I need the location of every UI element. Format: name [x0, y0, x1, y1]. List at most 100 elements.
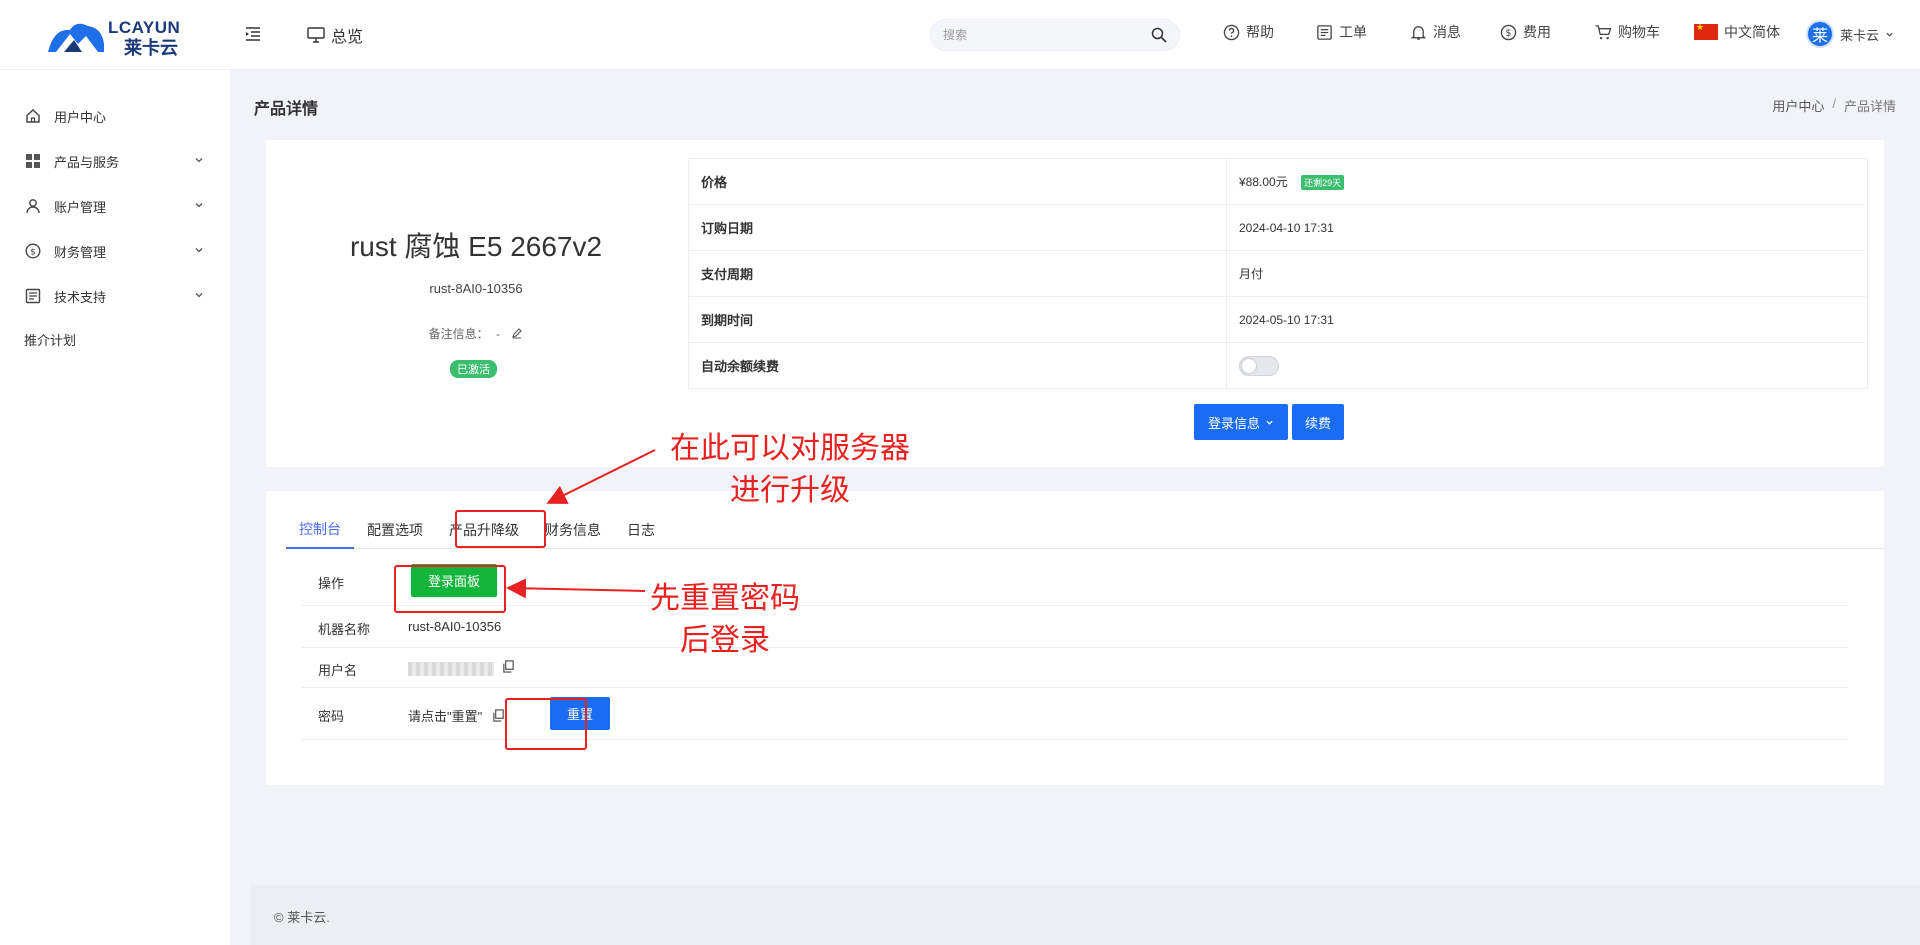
grid-icon — [24, 152, 42, 170]
footer: © 莱卡云. — [250, 885, 1920, 945]
top-header: LCAYUN 莱卡云 总览 帮助 工单 消息 $ 费用 购物车 中文简体 莱 莱… — [0, 0, 1920, 70]
operation-label: 操作 — [318, 576, 345, 591]
product-id: rust-8AI0-10356 — [429, 281, 523, 296]
search-icon[interactable] — [1151, 27, 1167, 43]
sidebar-item-label: 推介计划 — [24, 332, 77, 348]
cost-link[interactable]: $ 费用 — [1500, 22, 1551, 42]
order-date-value: 2024-04-10 17:31 — [1226, 204, 1868, 251]
language-selector[interactable]: 中文简体 — [1694, 22, 1780, 42]
remark-value: - — [496, 327, 500, 341]
monitor-icon — [307, 27, 325, 43]
expire-value: 2024-05-10 17:31 — [1226, 296, 1868, 343]
breadcrumb: 用户中心 / 产品详情 — [1772, 96, 1896, 115]
cart-icon — [1595, 24, 1612, 39]
table-row: 支付周期 月付 — [688, 250, 1868, 297]
annotation-text-reset: 先重置密码 后登录 — [640, 578, 810, 662]
sidebar-item-user-center[interactable]: 用户中心 — [24, 104, 204, 128]
user-name: 莱卡云 — [1840, 27, 1880, 43]
payment-cycle-value: 月付 — [1226, 250, 1868, 297]
auto-renew-toggle[interactable] — [1239, 355, 1279, 376]
dollar-icon: $ — [24, 242, 42, 260]
ticket-icon — [1317, 24, 1332, 40]
cart-link[interactable]: 购物车 — [1594, 22, 1660, 42]
home-icon — [24, 107, 42, 125]
page-title: 产品详情 — [254, 101, 319, 118]
help-label: 帮助 — [1246, 24, 1274, 40]
menu-collapse-icon[interactable] — [244, 25, 262, 43]
renew-button[interactable]: 续费 — [1292, 404, 1344, 440]
annotation-box-reset — [505, 698, 587, 750]
avatar: 莱 — [1806, 20, 1834, 48]
cost-label: 费用 — [1523, 24, 1551, 40]
username-masked — [408, 661, 494, 676]
logo-icon — [48, 23, 104, 52]
login-info-button[interactable]: 登录信息 — [1194, 404, 1288, 440]
chevron-down-icon — [1886, 32, 1893, 37]
annotation-reset-line1: 先重置密码 — [650, 581, 800, 616]
china-flag-icon — [1694, 22, 1718, 40]
tab-console[interactable]: 控制台 — [286, 511, 354, 549]
sidebar-item-account[interactable]: 账户管理 — [24, 194, 204, 218]
tab-log[interactable]: 日志 — [614, 511, 668, 549]
ticket-label: 工单 — [1339, 24, 1367, 40]
expire-label: 到期时间 — [688, 296, 1227, 343]
copy-icon[interactable] — [492, 709, 505, 722]
price-value: ¥88.00元 — [1239, 175, 1288, 189]
order-date-label: 订购日期 — [688, 204, 1227, 251]
search-input[interactable] — [943, 28, 1151, 42]
auto-renew-cell — [1226, 342, 1868, 389]
copy-icon[interactable] — [502, 660, 515, 673]
chevron-down-icon — [195, 158, 203, 163]
auto-renew-label: 自动余额续费 — [688, 342, 1227, 389]
breadcrumb-current: 产品详情 — [1843, 99, 1896, 114]
user-menu[interactable]: 莱 莱卡云 — [1806, 20, 1894, 48]
sidebar-item-referral[interactable]: 推介计划 — [24, 327, 204, 351]
sidebar-item-label: 技术支持 — [54, 289, 107, 305]
copyright: © 莱卡云. — [274, 910, 330, 925]
remaining-days-badge: 还剩29天 — [1301, 175, 1345, 190]
overview-link[interactable]: 总览 — [307, 23, 363, 47]
annotation-box-upgrade-tab — [455, 510, 546, 548]
machine-name-row: 机器名称 rust-8AI0-10356 — [302, 606, 1848, 648]
sidebar-item-finance[interactable]: $ 财务管理 — [24, 239, 204, 263]
tab-config[interactable]: 配置选项 — [354, 511, 436, 549]
payment-cycle-label: 支付周期 — [688, 250, 1227, 297]
sidebar-item-products[interactable]: 产品与服务 — [24, 149, 204, 173]
sidebar: 用户中心 产品与服务 账户管理 $ 财务管理 技术支持 推介计划 — [0, 70, 230, 945]
annotation-text-upgrade: 在此可以对服务器 进行升级 — [650, 428, 930, 512]
chevron-down-icon — [195, 203, 203, 208]
svg-text:$: $ — [30, 248, 36, 258]
table-row: 价格 ¥88.00元 还剩29天 — [688, 158, 1868, 205]
ticket-link[interactable]: 工单 — [1316, 22, 1367, 42]
chevron-down-icon — [195, 248, 203, 253]
sidebar-item-support[interactable]: 技术支持 — [24, 284, 204, 308]
table-row: 自动余额续费 — [688, 342, 1868, 389]
logo[interactable]: LCAYUN 莱卡云 — [46, 18, 186, 58]
login-info-label: 登录信息 — [1207, 415, 1260, 431]
machine-name-label: 机器名称 — [318, 622, 371, 637]
breadcrumb-user-center[interactable]: 用户中心 — [1772, 96, 1824, 115]
price-label: 价格 — [688, 158, 1227, 205]
renew-label: 续费 — [1304, 415, 1331, 431]
edit-icon[interactable] — [511, 327, 523, 339]
product-info-table: 价格 ¥88.00元 还剩29天 订购日期 2024-04-10 17:31 支… — [688, 158, 1868, 389]
user-icon — [24, 197, 42, 215]
language-label: 中文简体 — [1724, 24, 1780, 40]
help-link[interactable]: 帮助 — [1223, 22, 1274, 42]
logo-subtext: 莱卡云 — [124, 38, 178, 58]
sidebar-item-label: 财务管理 — [54, 244, 107, 260]
annotation-reset-line2: 后登录 — [680, 623, 770, 658]
annotation-upgrade-line2: 进行升级 — [730, 473, 850, 508]
sidebar-item-label: 用户中心 — [54, 109, 107, 125]
machine-name-value: rust-8AI0-10356 — [408, 619, 502, 634]
sidebar-item-label: 产品与服务 — [54, 154, 120, 170]
svg-text:$: $ — [1505, 27, 1511, 38]
message-link[interactable]: 消息 — [1410, 22, 1461, 42]
operation-row: 操作 登录面板 — [302, 556, 1848, 606]
document-icon — [24, 287, 42, 305]
search-box[interactable] — [930, 19, 1180, 51]
chevron-down-icon — [195, 293, 203, 298]
remark-label: 备注信息： — [428, 327, 489, 341]
table-row: 到期时间 2024-05-10 17:31 — [688, 296, 1868, 343]
overview-label: 总览 — [331, 29, 364, 46]
